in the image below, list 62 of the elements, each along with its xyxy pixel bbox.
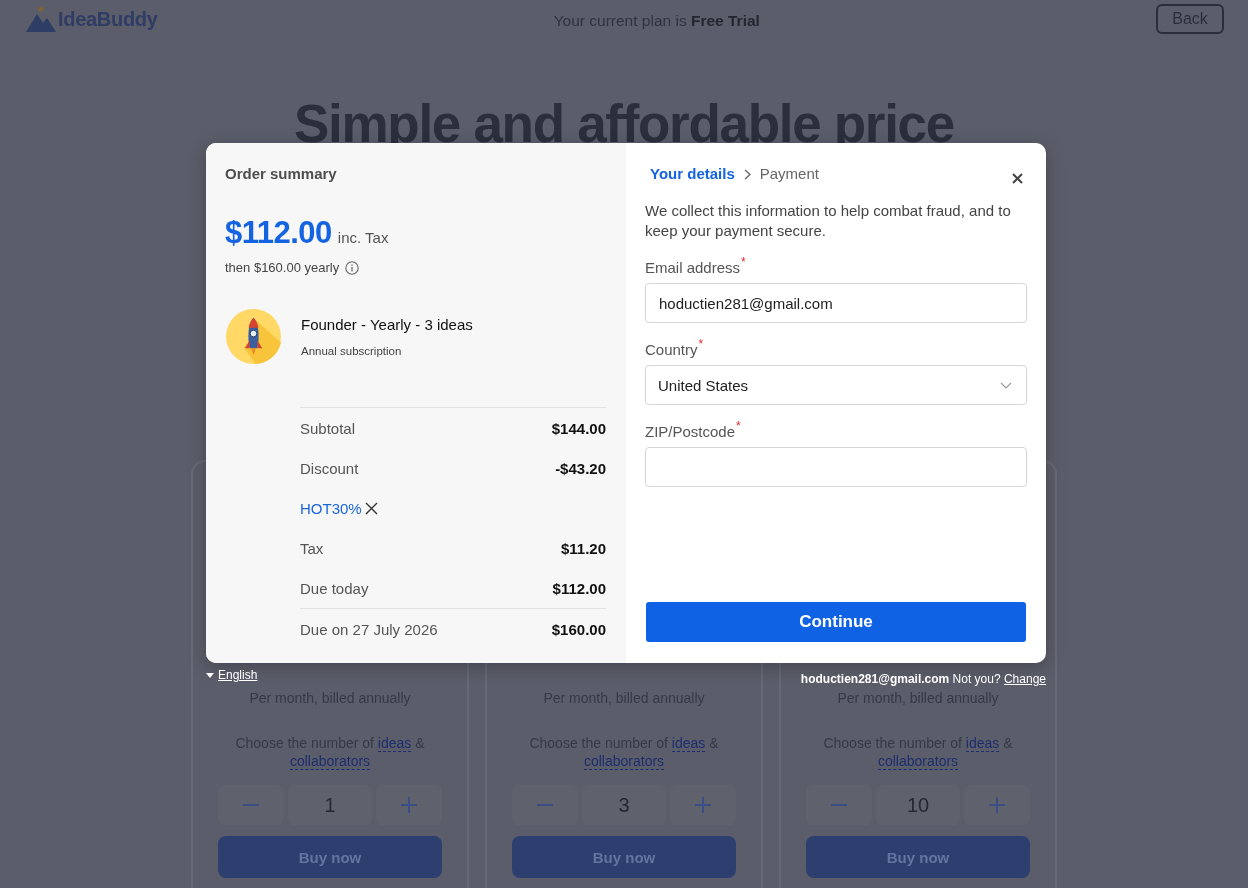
- required-mark: *: [741, 256, 746, 268]
- line-label: Due today: [300, 579, 369, 597]
- line-amount: -$43.20: [555, 459, 606, 477]
- quantity-field[interactable]: 10: [876, 785, 960, 825]
- continue-button[interactable]: Continue: [646, 602, 1026, 642]
- account-note: hoductien281@gmail.com Not you? Change: [800, 672, 1046, 686]
- collaborators-link[interactable]: collaborators: [583, 753, 665, 770]
- increase-button[interactable]: [670, 785, 736, 825]
- increase-button[interactable]: [964, 785, 1030, 825]
- line-amount: $144.00: [551, 419, 606, 437]
- line-label: Tax: [300, 539, 324, 557]
- plus-icon: [401, 797, 417, 813]
- minus-icon: [537, 804, 553, 806]
- ideas-link[interactable]: ideas: [377, 735, 412, 752]
- field-label: Email address: [645, 258, 741, 278]
- field-label: Country: [645, 340, 698, 360]
- ideas-link[interactable]: ideas: [965, 735, 1000, 752]
- step-tab[interactable]: Your details: [650, 164, 735, 184]
- input-field[interactable]: hoductien281@gmail.com: [645, 283, 1027, 323]
- info-icon[interactable]: [345, 261, 360, 275]
- coupon-code: HOT30%: [300, 499, 362, 517]
- tax-note: inc. Tax: [337, 229, 389, 246]
- quantity-field[interactable]: 3: [582, 785, 666, 825]
- required-mark: *: [698, 338, 704, 350]
- line-label: Subtotal: [300, 419, 356, 437]
- product-name: Founder - Yearly - 3 ideas: [301, 315, 473, 335]
- change-link[interactable]: Change: [1003, 672, 1046, 686]
- decrease-button[interactable]: [218, 785, 284, 825]
- language-link[interactable]: English: [206, 668, 258, 682]
- plus-icon: [695, 797, 711, 813]
- rocket-icon: [226, 309, 281, 364]
- line-amount: $11.20: [560, 539, 606, 557]
- ideas-link[interactable]: ideas: [671, 735, 706, 752]
- caret-icon: [206, 672, 214, 678]
- summary-title: Order summary: [225, 164, 338, 184]
- plus-icon: [989, 797, 1005, 813]
- minus-icon: [243, 804, 259, 806]
- input-field[interactable]: [645, 447, 1027, 487]
- chevron-right-icon: [743, 168, 751, 180]
- decrease-button[interactable]: [806, 785, 872, 825]
- line-label: Due on 27 July 2026: [300, 620, 438, 638]
- step-tab[interactable]: Payment: [759, 164, 819, 184]
- mountain-icon: [26, 6, 56, 32]
- total-price: $112.00: [225, 215, 332, 251]
- quantity-field[interactable]: 1: [288, 785, 372, 825]
- close-icon[interactable]: [1012, 172, 1023, 184]
- collaborators-link[interactable]: collaborators: [289, 753, 371, 770]
- line-label: Discount: [300, 459, 359, 477]
- description-text: We collect this information to help combat fraud, and to keep your payment secure.: [645, 201, 1012, 241]
- collaborators-link[interactable]: collaborators: [877, 753, 959, 770]
- field-label: ZIP/Postcode: [645, 422, 736, 442]
- increase-button[interactable]: [376, 785, 442, 825]
- line-amount: $160.00: [551, 620, 606, 638]
- line-amount: $112.00: [552, 579, 606, 597]
- minus-icon: [831, 804, 847, 806]
- product-type: Annual subscription: [301, 344, 403, 358]
- recurring-note: then $160.00 yearly: [225, 259, 340, 277]
- required-mark: *: [736, 420, 741, 432]
- dropdown-select[interactable]: United States: [645, 365, 1027, 405]
- decrease-button[interactable]: [512, 785, 578, 825]
- chevron-down-icon: [1000, 381, 1012, 389]
- remove-icon[interactable]: [364, 501, 378, 515]
